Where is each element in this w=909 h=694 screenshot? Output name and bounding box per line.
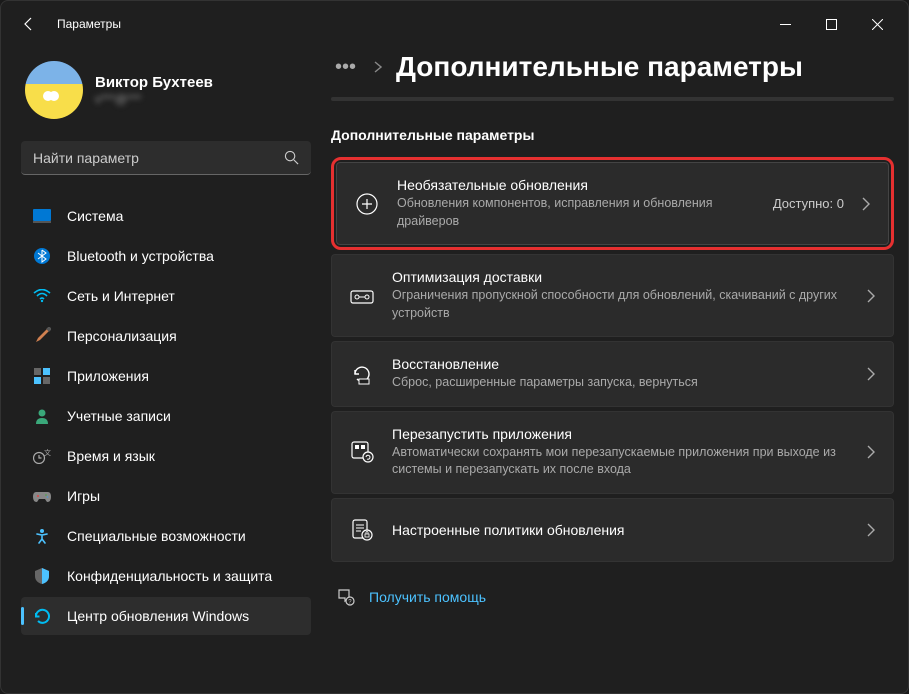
card-subtitle: Автоматически сохранять мои перезапускае… (392, 444, 849, 479)
apps-icon (33, 367, 51, 385)
policy-icon (350, 518, 374, 542)
titlebar: Параметры (1, 1, 908, 47)
nav-label: Специальные возможности (67, 528, 246, 544)
user-email: v***@*** (95, 92, 213, 106)
nav-label: Учетные записи (67, 408, 171, 424)
chevron-right-icon (867, 523, 875, 537)
minimize-button[interactable] (762, 8, 808, 40)
user-block[interactable]: Виктор Бухтеев v***@*** (21, 47, 311, 141)
user-name: Виктор Бухтеев (95, 74, 213, 91)
window-controls (762, 8, 900, 40)
nav-personalization[interactable]: Персонализация (21, 317, 311, 355)
card-subtitle: Сброс, расширенные параметры запуска, ве… (392, 374, 849, 392)
plus-circle-icon (355, 192, 379, 216)
breadcrumb-more[interactable]: ••• (331, 56, 360, 79)
nav-gaming[interactable]: Игры (21, 477, 311, 515)
card-delivery-optimization[interactable]: Оптимизация доставки Ограничения пропуск… (331, 254, 894, 337)
delivery-icon (350, 284, 374, 308)
card-optional-updates[interactable]: Необязательные обновления Обновления ком… (336, 162, 889, 245)
section-label: Дополнительные параметры (331, 127, 894, 143)
sidebar: Виктор Бухтеев v***@*** Система Bluetoot… (21, 47, 311, 693)
content-area: Виктор Бухтеев v***@*** Система Bluetoot… (1, 47, 908, 693)
user-icon (33, 407, 51, 425)
nav-label: Игры (67, 488, 100, 504)
chevron-right-icon (867, 289, 875, 303)
nav-accessibility[interactable]: Специальные возможности (21, 517, 311, 555)
back-button[interactable] (9, 4, 49, 44)
nav-label: Сеть и Интернет (67, 288, 175, 304)
nav-label: Конфиденциальность и защита (67, 568, 272, 584)
card-subtitle: Ограничения пропускной способности для о… (392, 287, 849, 322)
help-row: ? Получить помощь (331, 588, 894, 606)
chevron-right-icon (867, 367, 875, 381)
maximize-button[interactable] (808, 8, 854, 40)
cards-list: Необязательные обновления Обновления ком… (331, 157, 894, 562)
recovery-icon (350, 362, 374, 386)
nav-label: Система (67, 208, 123, 224)
nav-privacy[interactable]: Конфиденциальность и защита (21, 557, 311, 595)
page-title: Дополнительные параметры (396, 51, 803, 83)
search-input[interactable] (33, 150, 284, 166)
card-title: Восстановление (392, 356, 849, 372)
card-restart-apps[interactable]: Перезапустить приложения Автоматически с… (331, 411, 894, 494)
card-subtitle: Обновления компонентов, исправления и об… (397, 195, 755, 230)
nav-label: Центр обновления Windows (67, 608, 249, 624)
restart-apps-icon (350, 440, 374, 464)
search-icon (284, 150, 299, 165)
gamepad-icon (33, 487, 51, 505)
nav-apps[interactable]: Приложения (21, 357, 311, 395)
nav-label: Приложения (67, 368, 149, 384)
close-button[interactable] (854, 8, 900, 40)
progress-bar (331, 97, 894, 101)
card-recovery[interactable]: Восстановление Сброс, расширенные параме… (331, 341, 894, 407)
nav-label: Время и язык (67, 448, 155, 464)
main-panel: ••• Дополнительные параметры Дополнитель… (331, 47, 894, 693)
system-icon (33, 207, 51, 225)
bluetooth-icon (33, 247, 51, 265)
get-help-link[interactable]: Получить помощь (369, 589, 486, 605)
nav-label: Персонализация (67, 328, 177, 344)
accessibility-icon (33, 527, 51, 545)
chevron-right-icon (862, 197, 870, 211)
nav-windows-update[interactable]: Центр обновления Windows (21, 597, 311, 635)
card-title: Перезапустить приложения (392, 426, 849, 442)
wifi-icon (33, 287, 51, 305)
nav-bluetooth[interactable]: Bluetooth и устройства (21, 237, 311, 275)
card-title: Оптимизация доставки (392, 269, 849, 285)
breadcrumb: ••• Дополнительные параметры (331, 51, 894, 83)
highlight-annotation: Необязательные обновления Обновления ком… (331, 157, 894, 250)
chevron-right-icon (867, 445, 875, 459)
update-icon (33, 607, 51, 625)
chevron-right-icon (374, 61, 382, 73)
brush-icon (33, 327, 51, 345)
window-title: Параметры (57, 17, 121, 31)
nav-time[interactable]: 文 Время и язык (21, 437, 311, 475)
settings-window: Параметры Виктор Бухтеев v***@*** (0, 0, 909, 694)
card-trail: Доступно: 0 (773, 196, 870, 211)
nav-network[interactable]: Сеть и Интернет (21, 277, 311, 315)
search-box[interactable] (21, 141, 311, 175)
card-title: Необязательные обновления (397, 177, 755, 193)
shield-icon (33, 567, 51, 585)
help-icon: ? (337, 588, 355, 606)
available-count: Доступно: 0 (773, 196, 844, 211)
svg-text:文: 文 (44, 448, 51, 457)
clock-icon: 文 (33, 447, 51, 465)
card-title: Настроенные политики обновления (392, 522, 849, 538)
avatar (25, 61, 83, 119)
card-update-policies[interactable]: Настроенные политики обновления (331, 498, 894, 562)
nav-list: Система Bluetooth и устройства Сеть и Ин… (21, 197, 311, 635)
nav-system[interactable]: Система (21, 197, 311, 235)
nav-label: Bluetooth и устройства (67, 248, 214, 264)
nav-accounts[interactable]: Учетные записи (21, 397, 311, 435)
